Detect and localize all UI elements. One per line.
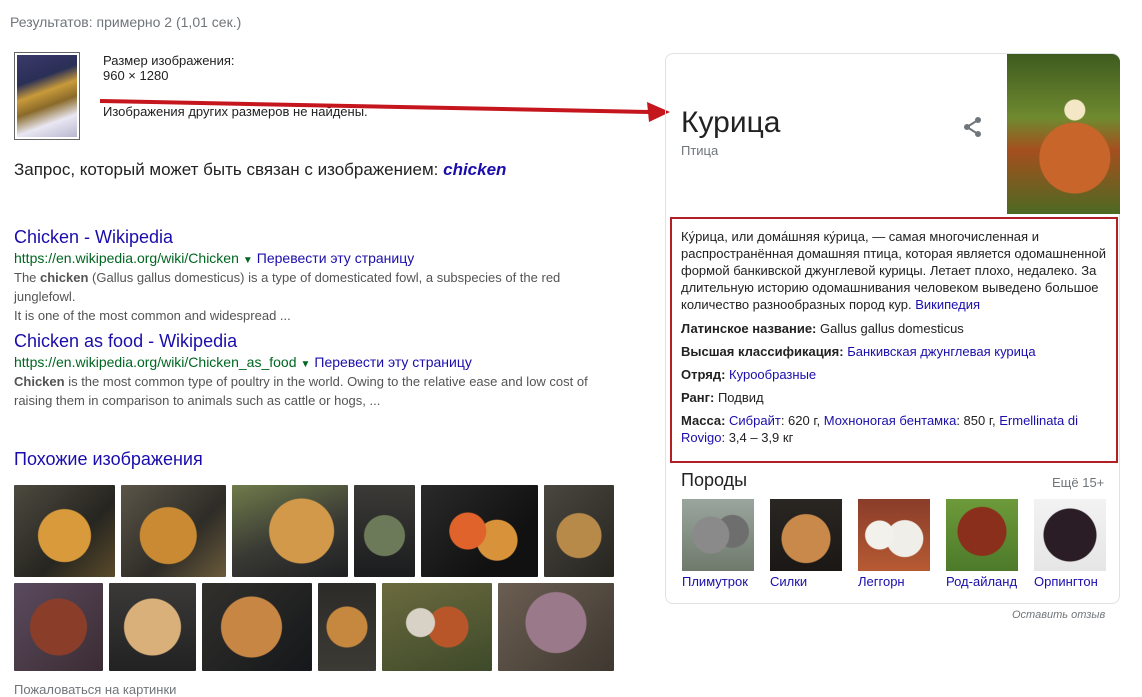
kp-subtitle: Птица xyxy=(681,143,719,158)
result-url-line: https://en.wikipedia.org/wiki/Chicken_as… xyxy=(14,354,624,370)
image-size-value: 960 × 1280 xyxy=(103,68,169,83)
similar-image[interactable] xyxy=(121,485,226,577)
related-query: Запрос, который может быть связан с изоб… xyxy=(14,160,506,180)
breed-label[interactable]: Орпингтон xyxy=(1034,574,1098,589)
similar-image[interactable] xyxy=(14,583,103,671)
red-arrow-annotation xyxy=(99,99,670,122)
related-query-prefix: Запрос, который может быть связан с изоб… xyxy=(14,160,439,179)
order-link[interactable]: Курообразные xyxy=(729,367,816,382)
breed-image[interactable] xyxy=(858,499,930,571)
similar-image[interactable] xyxy=(354,485,415,577)
breed-label[interactable]: Силки xyxy=(770,574,807,589)
breed-label[interactable]: Леггорн xyxy=(858,574,905,589)
breeds-heading: Породы xyxy=(681,470,748,490)
fact-rank: Ранг: Подвид xyxy=(681,390,764,405)
similar-image[interactable] xyxy=(202,583,312,671)
url-dropdown-caret-icon[interactable]: ▼ xyxy=(301,359,311,370)
similar-image[interactable] xyxy=(498,583,614,671)
url-dropdown-caret-icon[interactable]: ▼ xyxy=(243,255,253,266)
wikipedia-source-link[interactable]: Википедия xyxy=(915,297,980,312)
results-stats: Результатов: примерно 2 (1,01 сек.) xyxy=(10,14,242,30)
translate-link[interactable]: Перевести эту страницу xyxy=(257,250,414,266)
image-size-label: Размер изображения: xyxy=(103,53,235,68)
similar-image[interactable] xyxy=(318,583,376,671)
search-result: Chicken as food - Wikipedia https://en.w… xyxy=(14,331,624,410)
similar-image[interactable] xyxy=(232,485,348,577)
breed-image[interactable] xyxy=(770,499,842,571)
share-icon[interactable] xyxy=(962,116,984,138)
fact-latin-name: Латинское название: Gallus gallus domest… xyxy=(681,321,964,336)
similar-image[interactable] xyxy=(14,485,115,577)
search-result: Chicken - Wikipedia https://en.wikipedia… xyxy=(14,227,624,325)
query-image-thumbnail[interactable] xyxy=(14,52,80,140)
classification-link[interactable]: Банкивская джунглевая курица xyxy=(847,344,1035,359)
result-title-link[interactable]: Chicken as food - Wikipedia xyxy=(14,331,624,352)
breed-image[interactable] xyxy=(1034,499,1106,571)
image-size-info: Размер изображения: 960 × 1280 xyxy=(103,53,235,83)
result-snippet: Chicken is the most common type of poult… xyxy=(14,374,588,408)
kp-description: Ку́рица, или дома́шняя ку́рица, — самая … xyxy=(681,228,1111,313)
breed-label[interactable]: Плимутрок xyxy=(682,574,748,589)
kp-description-text: Ку́рица, или дома́шняя ку́рица, — самая … xyxy=(681,229,1107,312)
similar-images-heading[interactable]: Похожие изображения xyxy=(14,449,203,470)
mass-breed-link[interactable]: Сибрайт xyxy=(729,413,781,428)
related-query-link[interactable]: chicken xyxy=(443,160,506,179)
similar-image[interactable] xyxy=(544,485,614,577)
mass-breed-link[interactable]: Мохноногая бентамка xyxy=(824,413,957,428)
result-url: https://en.wikipedia.org/wiki/Chicken_as… xyxy=(14,354,297,370)
breed-label[interactable]: Род-айланд xyxy=(946,574,1017,589)
breed-image[interactable] xyxy=(682,499,754,571)
result-snippet: The chicken (Gallus gallus domesticus) i… xyxy=(14,270,561,323)
kp-title: Курица xyxy=(681,106,781,139)
translate-link[interactable]: Перевести эту страницу xyxy=(314,354,471,370)
breed-image[interactable] xyxy=(946,499,1018,571)
similar-image[interactable] xyxy=(421,485,538,577)
knowledge-panel-photo[interactable] xyxy=(1007,54,1120,214)
more-breeds-link[interactable]: Ещё 15+ xyxy=(1052,475,1104,490)
fact-order: Отряд: Курообразные xyxy=(681,367,817,382)
similar-image[interactable] xyxy=(382,583,492,671)
result-url: https://en.wikipedia.org/wiki/Chicken xyxy=(14,250,239,266)
result-title-link[interactable]: Chicken - Wikipedia xyxy=(14,227,624,248)
result-url-line: https://en.wikipedia.org/wiki/Chicken ▼ Пе… xyxy=(14,250,624,266)
similar-image[interactable] xyxy=(109,583,196,671)
fact-mass: Масса: Сибрайт: 620 г, Мохноногая бентам… xyxy=(681,413,1078,445)
feedback-link[interactable]: Оставить отзыв xyxy=(1012,609,1105,621)
fact-classification: Высшая классификация: Банкивская джунгле… xyxy=(681,344,1036,359)
